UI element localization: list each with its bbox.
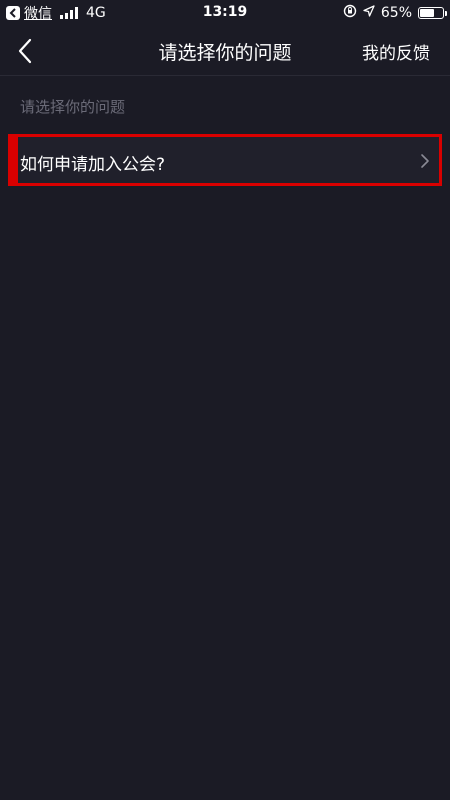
location-icon [363,5,375,21]
battery-icon [418,7,447,19]
rotation-lock-icon [343,4,357,22]
section-label: 请选择你的问题 [20,98,126,116]
highlight-accent [8,134,18,186]
battery-level-fill [420,9,435,17]
question-item-join-guild[interactable]: 如何申请加入公会? [8,134,442,186]
status-bar: 微信 4G 13:19 65% [0,0,450,26]
question-label: 如何申请加入公会? [20,155,166,175]
my-feedback-button[interactable]: 我的反馈 [362,39,430,64]
battery-percent: 65% [380,5,412,21]
nav-bar: 请选择你的问题 我的反馈 [0,26,450,76]
chevron-right-icon [419,152,431,170]
status-bar-right: 65% [343,4,447,22]
